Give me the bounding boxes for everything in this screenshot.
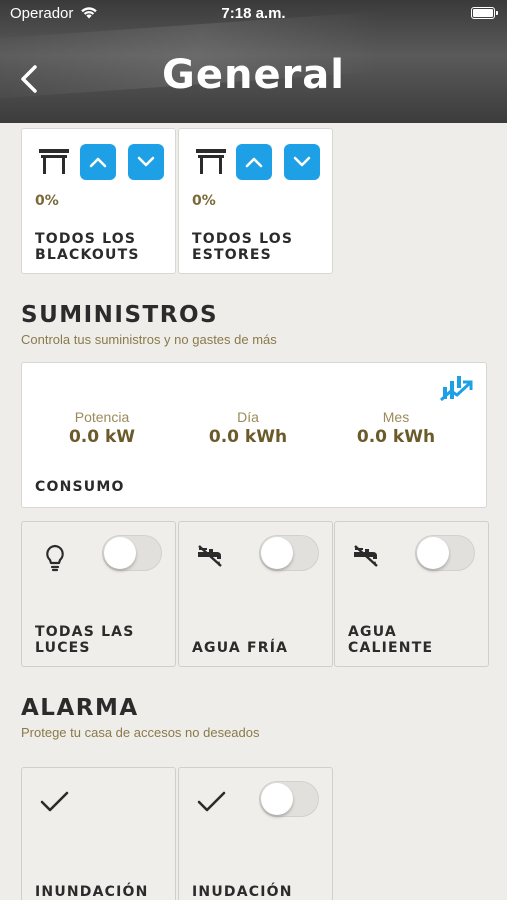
blind-icon [196, 149, 226, 174]
section-subtitle-alarm: Protege tu casa de accesos no deseados [21, 725, 260, 740]
blinds-down-button[interactable] [128, 144, 164, 180]
toggle-card-hot-water: AGUA CALIENTE [334, 521, 489, 667]
alarm-card-flood: INUNDACIÓN [21, 767, 176, 900]
alarm-card-flood-2: INUDACIÓN [178, 767, 333, 900]
chart-trend-icon[interactable] [440, 373, 474, 403]
toggle-card-cold-water: AGUA FRÍA [178, 521, 333, 667]
metric-value: 0.0 kWh [356, 427, 436, 447]
metric-value: 0.0 kW [68, 427, 136, 447]
toggle-knob [417, 537, 449, 569]
check-icon [40, 791, 69, 812]
section-subtitle-supplies: Controla tus suministros y no gastes de … [21, 332, 277, 347]
hot-water-toggle[interactable] [415, 535, 475, 571]
lights-toggle[interactable] [102, 535, 162, 571]
blind-icon [39, 149, 69, 174]
metric-label: Día [237, 409, 259, 425]
status-bar: Operador 7:18 a.m. [0, 0, 507, 28]
water-tap-off-icon [198, 545, 222, 567]
alarm-label: INUDACIÓN [192, 884, 293, 900]
blinds-up-button[interactable] [80, 144, 116, 180]
metric-day: Día 0.0 kWh [183, 409, 313, 447]
page-title: General [162, 52, 345, 98]
blinds-card-estores: 0% TODOS LOS ESTORES [178, 128, 333, 274]
check-icon [197, 791, 226, 812]
consumption-label: CONSUMO [35, 479, 125, 495]
section-title-supplies: SUMINISTROS [21, 302, 219, 328]
metric-value: 0.0 kWh [208, 427, 288, 447]
battery-icon [471, 7, 498, 19]
toggle-card-lights: TODAS LAS LUCES [21, 521, 176, 667]
metric-label: Potencia [74, 409, 130, 425]
toggle-knob [261, 783, 293, 815]
blinds-card-blackouts: 0% TODOS LOS BLACKOUTS [21, 128, 176, 274]
toggle-knob [104, 537, 136, 569]
cold-water-toggle[interactable] [259, 535, 319, 571]
blinds-label: TODOS LOS BLACKOUTS [35, 231, 140, 263]
chevron-down-icon [293, 156, 311, 167]
blinds-label: TODOS LOS ESTORES [192, 231, 294, 263]
blinds-down-button[interactable] [284, 144, 320, 180]
toggle-label: AGUA FRÍA [192, 640, 289, 656]
app-header: Operador 7:18 a.m. General [0, 0, 507, 123]
blinds-up-button[interactable] [236, 144, 272, 180]
chevron-up-icon [245, 157, 263, 168]
toggle-label: AGUA CALIENTE [348, 624, 434, 656]
metric-month: Mes 0.0 kWh [331, 409, 461, 447]
blinds-percent: 0% [192, 193, 216, 209]
chevron-down-icon [137, 156, 155, 167]
clock: 7:18 a.m. [221, 5, 286, 22]
consumption-card[interactable]: Potencia 0.0 kW Día 0.0 kWh Mes 0.0 kWh … [21, 362, 487, 508]
water-tap-off-icon [354, 545, 378, 567]
metric-power: Potencia 0.0 kW [37, 409, 167, 447]
toggle-label: TODAS LAS LUCES [35, 624, 135, 656]
alarm-label: INUNDACIÓN [35, 884, 149, 900]
flood-toggle[interactable] [259, 781, 319, 817]
blinds-percent: 0% [35, 193, 59, 209]
chevron-up-icon [89, 157, 107, 168]
metric-label: Mes [382, 409, 410, 425]
toggle-knob [261, 537, 293, 569]
section-title-alarm: ALARMA [21, 695, 139, 721]
lightbulb-icon [46, 544, 64, 572]
